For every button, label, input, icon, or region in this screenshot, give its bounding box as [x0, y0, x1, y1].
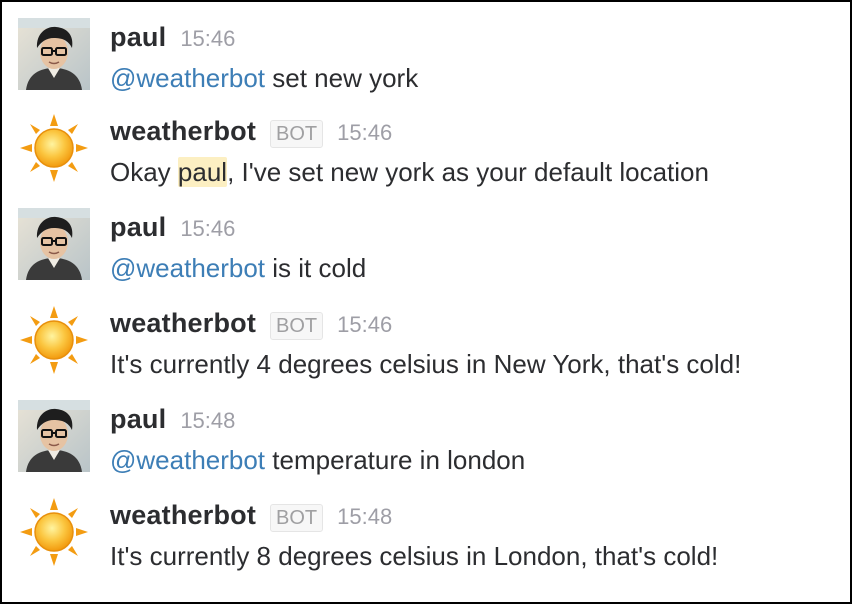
sun-avatar-icon[interactable] [18, 112, 90, 184]
timestamp[interactable]: 15:48 [180, 408, 235, 434]
bot-badge: BOT [270, 504, 324, 532]
sender-name[interactable]: paul [110, 22, 166, 53]
user-mention[interactable]: @weatherbot [110, 253, 265, 283]
message-header: weatherbot BOT 15:48 [110, 500, 392, 536]
highlighted-name: paul [177, 157, 228, 187]
message-text: @weatherbot set new york [110, 60, 418, 96]
sender-name[interactable]: weatherbot [110, 116, 256, 147]
message-item: weatherbot BOT 15:48 It's currently 8 de… [18, 496, 838, 586]
message-header: paul 15:48 [110, 404, 235, 440]
message-header: weatherbot BOT 15:46 [110, 116, 392, 152]
user-avatar-icon[interactable] [18, 208, 90, 280]
message-header: paul 15:46 [110, 22, 235, 58]
message-item: paul 15:46 @weatherbot is it cold [18, 208, 838, 298]
message-item: weatherbot BOT 15:46 Okay paul, I've set… [18, 112, 838, 202]
timestamp[interactable]: 15:46 [180, 216, 235, 242]
message-body: is it cold [265, 253, 367, 283]
message-item: paul 15:46 @weatherbot set new york [18, 18, 838, 108]
sun-avatar-icon[interactable] [18, 496, 90, 568]
message-text: @weatherbot is it cold [110, 250, 366, 286]
sender-name[interactable]: weatherbot [110, 500, 256, 531]
chat-transcript: paul 15:46 @weatherbot set new york weat… [0, 0, 852, 604]
message-text: It's currently 4 degrees celsius in New … [110, 349, 742, 379]
user-avatar-icon[interactable] [18, 400, 90, 472]
bot-badge: BOT [270, 312, 324, 340]
message-item: weatherbot BOT 15:46 It's currently 4 de… [18, 304, 838, 394]
user-mention[interactable]: @weatherbot [110, 63, 265, 93]
user-avatar-icon[interactable] [18, 18, 90, 90]
message-header: paul 15:46 [110, 212, 235, 248]
message-text: It's currently 8 degrees celsius in Lond… [110, 541, 719, 571]
message-body-end: , I've set new york as your default loca… [227, 157, 709, 187]
bot-badge: BOT [270, 120, 324, 148]
sender-name[interactable]: paul [110, 404, 166, 435]
timestamp[interactable]: 15:48 [337, 504, 392, 530]
message-body: set new york [265, 63, 419, 93]
sun-avatar-icon[interactable] [18, 304, 90, 376]
message-item: paul 15:48 @weatherbot temperature in lo… [18, 400, 838, 490]
message-header: weatherbot BOT 15:46 [110, 308, 392, 344]
message-text: Okay paul, I've set new york as your def… [110, 154, 709, 190]
sender-name[interactable]: weatherbot [110, 308, 256, 339]
sender-name[interactable]: paul [110, 212, 166, 243]
message-text: @weatherbot temperature in london [110, 442, 525, 478]
user-mention[interactable]: @weatherbot [110, 445, 265, 475]
timestamp[interactable]: 15:46 [337, 120, 392, 146]
message-body-start: Okay [110, 157, 178, 187]
timestamp[interactable]: 15:46 [180, 26, 235, 52]
message-body: temperature in london [265, 445, 526, 475]
timestamp[interactable]: 15:46 [337, 312, 392, 338]
